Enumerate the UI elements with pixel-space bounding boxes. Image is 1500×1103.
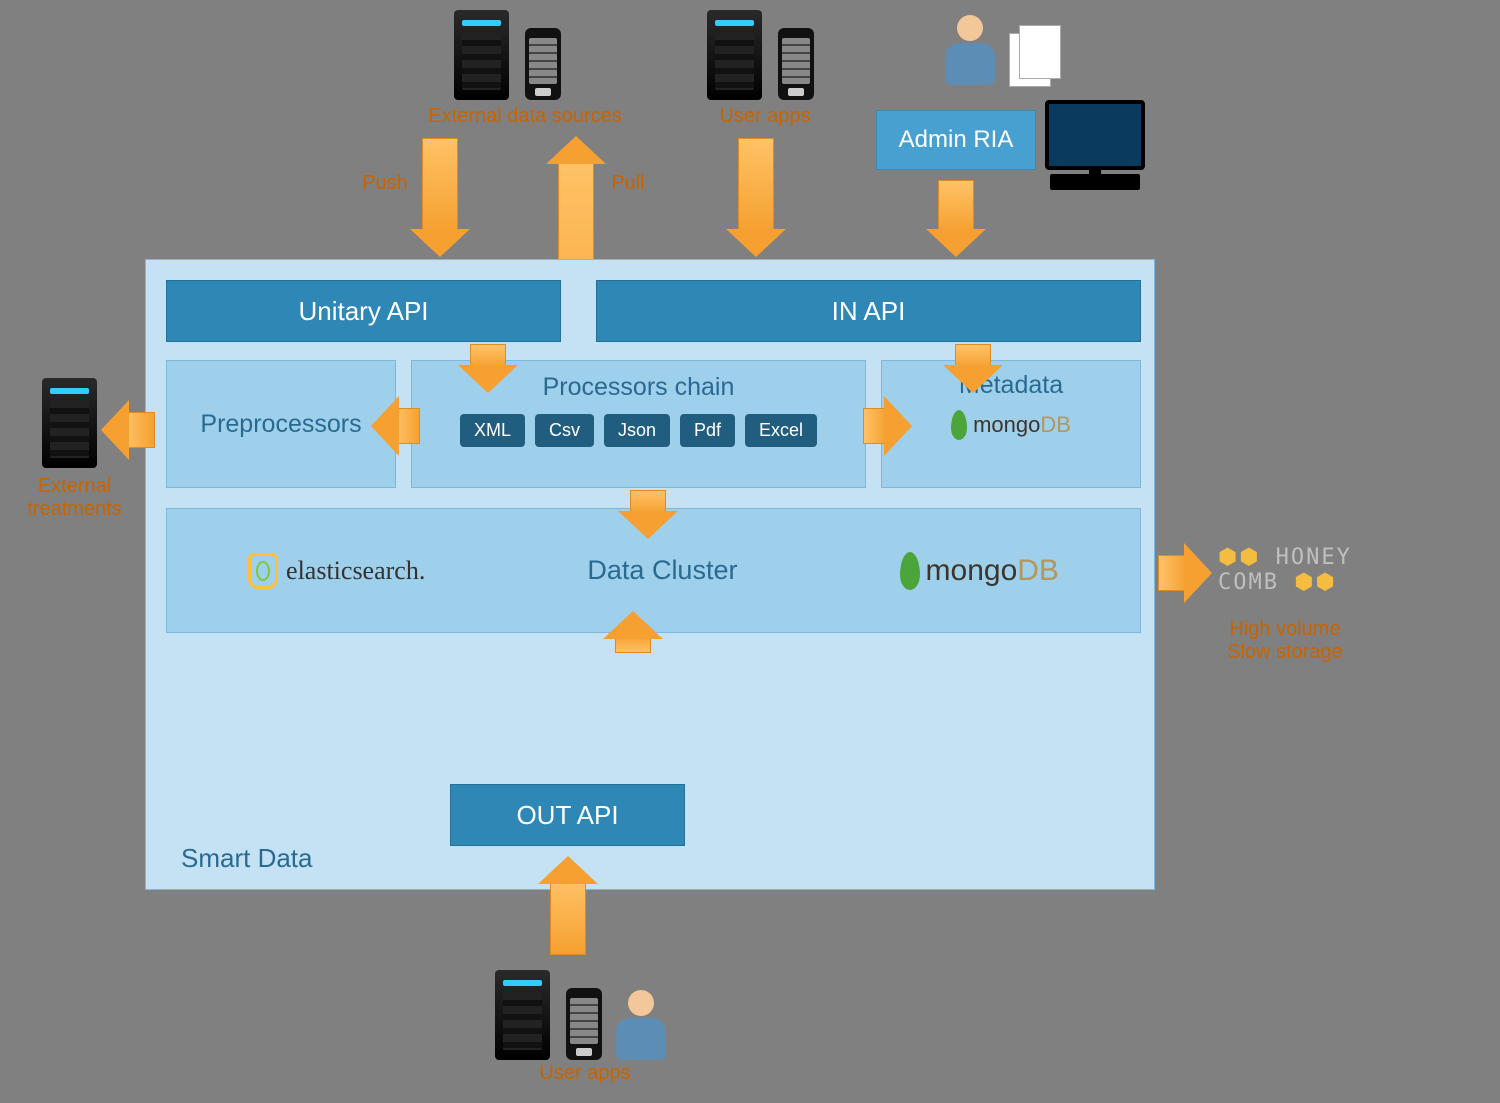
processors-to-metadata-arrow-icon [863,408,888,444]
push-arrow-icon [422,138,458,233]
admin-ria-user-icons [945,15,1064,85]
push-label: Push [355,172,415,195]
preprocessors-panel: Preprocessors [166,360,396,488]
documents-icon [1009,25,1064,85]
metadata-panel: Metadata mongoDB [881,360,1141,488]
cluster-to-storage-arrow-icon [1158,555,1188,591]
mongodb-cluster-logo: mongoDB [900,552,1059,590]
external-treatments-icons [42,378,97,468]
in-api-box: IN API [596,280,1141,342]
honeycomb-logo: ⬢⬢ HONEY COMB ⬢⬢ [1218,545,1352,595]
phone-icon [566,988,602,1060]
server-icon [495,970,550,1060]
data-cluster-label: Data Cluster [587,555,737,586]
external-treatments-label: External treatments [12,475,137,521]
phone-icon [778,28,814,100]
mongodb-cluster-label: mongoDB [926,554,1059,588]
admin-ria-box: Admin RIA [876,110,1036,170]
processor-chip-pdf: Pdf [680,414,735,447]
phone-icon [525,28,561,100]
unitary-api-box: Unitary API [166,280,561,342]
out-api-label: OUT API [516,800,618,831]
user-apps-bottom-icons [495,970,666,1060]
processor-chip-xml: XML [460,414,525,447]
out-api-box: OUT API [450,784,685,846]
processor-chip-row: XML Csv Json Pdf Excel [412,414,865,447]
external-data-sources-label: External data sources [415,105,635,128]
elasticsearch-icon [248,553,278,589]
external-data-sources-icons [454,10,561,100]
admin-ria-label: Admin RIA [899,126,1014,154]
user-icon [616,990,666,1060]
unitary-api-label: Unitary API [298,296,428,327]
bottom-users-to-outapi-arrow-icon [550,880,586,955]
inapi-to-metadata-arrow-icon [955,344,991,369]
user-icon [945,15,995,85]
server-icon [454,10,509,100]
processor-chip-excel: Excel [745,414,817,447]
elasticsearch-logo: elasticsearch. [248,553,425,589]
metadata-label: Metadata [882,371,1140,400]
admin-ria-arrow-icon [938,180,974,233]
mongodb-metadata-label: mongoDB [973,412,1071,438]
unitary-to-processors-arrow-icon [470,344,506,369]
user-apps-top-label: User apps [700,105,830,128]
processor-chip-json: Json [604,414,670,447]
smart-data-title: Smart Data [181,843,313,874]
elasticsearch-label: elasticsearch. [286,556,425,586]
processor-chip-csv: Csv [535,414,594,447]
server-icon [42,378,97,468]
user-apps-bottom-label: User apps [520,1062,650,1085]
preprocessors-label: Preprocessors [200,410,361,439]
mongodb-leaf-icon [900,552,920,590]
monitor-icon [1045,100,1145,175]
processors-to-preprocessors-arrow-icon [395,408,420,444]
user-apps-top-arrow-icon [738,138,774,233]
in-api-label: IN API [832,296,906,327]
server-icon [707,10,762,100]
processors-to-cluster-arrow-icon [630,490,666,515]
mongodb-leaf-icon [951,410,967,440]
outapi-to-cluster-arrow-icon [615,635,651,653]
pull-label: Pull [603,172,653,195]
user-apps-top-icons [707,10,814,100]
preprocessors-to-external-arrow-icon [125,412,155,448]
high-volume-label: High volume Slow storage [1205,618,1365,664]
